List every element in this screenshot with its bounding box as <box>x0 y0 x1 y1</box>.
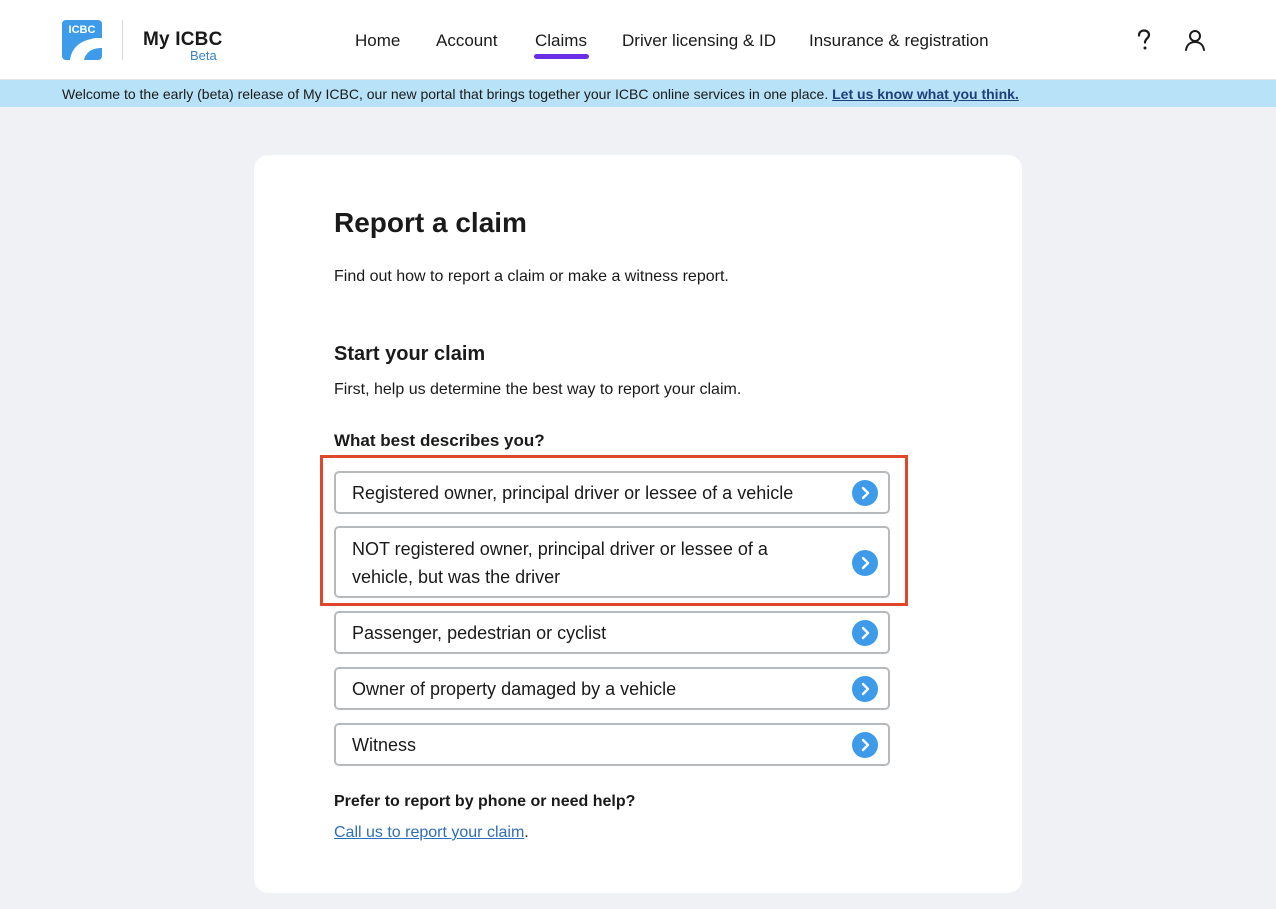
section-title: Start your claim <box>334 343 486 365</box>
option-label: Registered owner, principal driver or le… <box>352 483 794 503</box>
nav-driver-licensing[interactable]: Driver licensing & ID <box>622 31 776 51</box>
page-title: Report a claim <box>334 207 527 238</box>
page-subtitle: Find out how to report a claim or make a… <box>334 268 729 285</box>
active-tab-indicator <box>534 54 589 59</box>
banner-text-wrap: Welcome to the early (beta) release of M… <box>62 86 1019 102</box>
beta-banner: Welcome to the early (beta) release of M… <box>0 80 1276 107</box>
nav-home[interactable]: Home <box>355 31 400 51</box>
chevron-right-icon <box>852 550 878 576</box>
option-registered-owner[interactable]: Registered owner, principal driver or le… <box>334 471 890 514</box>
option-not-owner-driver[interactable]: NOT registered owner, principal driver o… <box>334 526 890 598</box>
chevron-right-icon <box>852 620 878 646</box>
logo-text: ICBC <box>69 24 96 36</box>
nav-insurance-registration[interactable]: Insurance & registration <box>809 31 989 51</box>
logo-divider <box>122 20 123 60</box>
banner-message: Welcome to the early (beta) release of M… <box>62 86 829 102</box>
option-label: Passenger, pedestrian or cyclist <box>352 623 607 643</box>
help-heading: Prefer to report by phone or need help? <box>334 793 636 810</box>
chevron-right-icon <box>852 480 878 506</box>
icbc-logo-icon[interactable]: ICBC <box>62 20 102 60</box>
help-line: Call us to report your claim. <box>334 824 529 842</box>
nav-account[interactable]: Account <box>436 31 497 51</box>
report-claim-card: Report a claim Find out how to report a … <box>254 155 1022 893</box>
option-property-owner[interactable]: Owner of property damaged by a vehicle <box>334 667 890 710</box>
call-us-link[interactable]: Call us to report your claim <box>334 824 524 841</box>
top-header: ICBC My ICBC Beta Home Account Claims Dr… <box>0 0 1276 80</box>
feedback-link[interactable]: Let us know what you think. <box>832 86 1019 102</box>
question-heading: What best describes you? <box>334 431 545 450</box>
chevron-right-icon <box>852 676 878 702</box>
question-mark-icon[interactable] <box>1134 28 1154 52</box>
help-suffix: . <box>524 824 529 841</box>
section-description: First, help us determine the best way to… <box>334 381 742 398</box>
nav-claims[interactable]: Claims <box>535 31 587 51</box>
option-label: NOT registered owner, principal driver o… <box>352 539 768 587</box>
option-witness[interactable]: Witness <box>334 723 890 766</box>
option-label: Witness <box>352 735 417 755</box>
user-profile-icon[interactable] <box>1184 28 1206 52</box>
option-label: Owner of property damaged by a vehicle <box>352 679 677 699</box>
option-passenger-pedestrian-cyclist[interactable]: Passenger, pedestrian or cyclist <box>334 611 890 654</box>
beta-badge: Beta <box>190 48 217 63</box>
chevron-right-icon <box>852 732 878 758</box>
